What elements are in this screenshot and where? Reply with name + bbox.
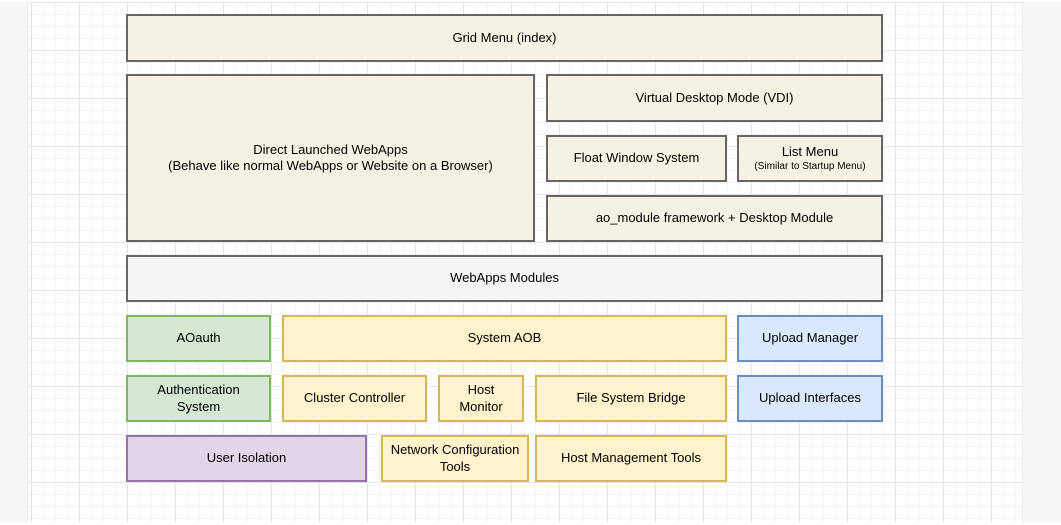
shape-file-system-bridge-label: File System Bridge <box>576 390 685 406</box>
shape-upload-interfaces: Upload Interfaces <box>737 375 883 422</box>
shape-user-isolation: User Isolation <box>126 435 367 482</box>
shape-host-management-tools: Host Management Tools <box>535 435 727 482</box>
shape-virtual-desktop-mode: Virtual Desktop Mode (VDI) <box>546 74 883 122</box>
shape-network-configuration-tools: Network Configuration Tools <box>381 435 529 482</box>
shape-ao-module-framework-label: ao_module framework + Desktop Module <box>596 210 833 226</box>
shape-virtual-desktop-mode-label: Virtual Desktop Mode (VDI) <box>636 90 794 106</box>
shape-upload-manager: Upload Manager <box>737 315 883 362</box>
shape-grid-menu: Grid Menu (index) <box>126 14 883 62</box>
shape-float-window-system-label: Float Window System <box>574 150 700 166</box>
shape-list-menu: List Menu (Similar to Startup Menu) <box>737 135 883 182</box>
shape-system-aob-label: System AOB <box>468 330 542 346</box>
canvas-gutter-left <box>0 2 28 522</box>
shape-upload-interfaces-label: Upload Interfaces <box>759 390 861 406</box>
shape-authentication-system: Authentication System <box>126 375 271 422</box>
shape-webapps-modules: WebApps Modules <box>126 255 883 302</box>
canvas-gutter-right <box>1022 2 1061 522</box>
shape-authentication-system-label: Authentication System <box>134 382 263 415</box>
shape-network-configuration-tools-label: Network Configuration Tools <box>389 442 521 475</box>
shape-direct-launched-webapps-line1: Direct Launched WebApps <box>253 142 407 158</box>
shape-host-monitor-label: Host Monitor <box>446 382 516 415</box>
shape-aoauth: AOauth <box>126 315 271 362</box>
shape-cluster-controller: Cluster Controller <box>282 375 427 422</box>
shape-host-management-tools-label: Host Management Tools <box>561 450 701 466</box>
shape-file-system-bridge: File System Bridge <box>535 375 727 422</box>
shape-direct-launched-webapps: Direct Launched WebApps (Behave like nor… <box>126 74 535 242</box>
diagram-canvas: Grid Menu (index) Direct Launched WebApp… <box>0 0 1061 525</box>
shape-list-menu-title: List Menu <box>782 144 838 160</box>
shape-float-window-system: Float Window System <box>546 135 727 182</box>
shape-grid-menu-label: Grid Menu (index) <box>452 30 556 46</box>
shape-cluster-controller-label: Cluster Controller <box>304 390 405 406</box>
shape-direct-launched-webapps-line2: (Behave like normal WebApps or Website o… <box>168 158 493 174</box>
shape-host-monitor: Host Monitor <box>438 375 524 422</box>
shape-upload-manager-label: Upload Manager <box>762 330 858 346</box>
shape-list-menu-subtitle: (Similar to Startup Menu) <box>754 160 865 173</box>
shape-ao-module-framework: ao_module framework + Desktop Module <box>546 195 883 242</box>
shape-system-aob: System AOB <box>282 315 727 362</box>
shape-aoauth-label: AOauth <box>176 330 220 346</box>
shape-webapps-modules-label: WebApps Modules <box>450 270 559 286</box>
shape-user-isolation-label: User Isolation <box>207 450 286 466</box>
